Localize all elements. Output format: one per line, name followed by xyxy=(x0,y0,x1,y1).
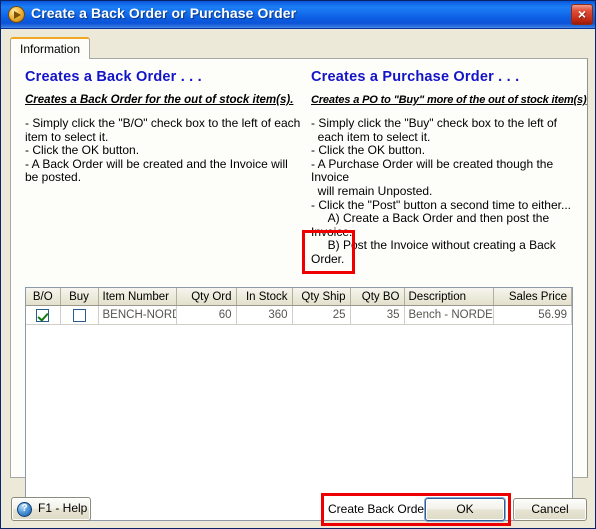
information-panel: Creates a Back Order . . . Creates a Bac… xyxy=(10,58,588,521)
help-button[interactable]: F1 - Help xyxy=(11,497,91,521)
cell-buy[interactable] xyxy=(60,305,99,325)
back-order-subheading: Creates a Back Order for the out of stoc… xyxy=(25,94,294,106)
ok-button-label: OK xyxy=(456,502,474,516)
tab-information-label: Information xyxy=(20,42,81,56)
purchase-order-info-column: Creates a Purchase Order . . . Creates a… xyxy=(311,69,587,267)
close-icon: × xyxy=(577,6,587,22)
col-header-item[interactable]: Item Number xyxy=(98,288,177,306)
cell-qty-ship[interactable]: 25 xyxy=(292,305,351,325)
col-header-qtybo[interactable]: Qty BO xyxy=(350,288,405,306)
col-header-buy[interactable]: Buy xyxy=(60,288,99,306)
back-order-body: - Simply click the "B/O" check box to th… xyxy=(25,116,301,185)
tab-strip: Information xyxy=(10,37,588,59)
orb-play-icon xyxy=(8,6,25,23)
table-header-row: B/O Buy Item Number Qty Ord In Stock Qty… xyxy=(26,288,572,306)
col-header-price[interactable]: Sales Price xyxy=(493,288,572,306)
help-button-label: F1 - Help xyxy=(38,501,88,515)
cell-sales-price[interactable]: 56.99 xyxy=(493,305,572,325)
purchase-order-heading: Creates a Purchase Order . . . xyxy=(311,69,520,85)
cancel-button[interactable]: Cancel xyxy=(513,498,587,521)
table-row[interactable]: BENCH-NORDE 60 360 25 35 Bench - NORDEN … xyxy=(26,305,572,325)
line-items-table: B/O Buy Item Number Qty Ord In Stock Qty… xyxy=(26,288,572,325)
help-icon xyxy=(17,502,32,517)
col-header-qtyship[interactable]: Qty Ship xyxy=(292,288,351,306)
col-header-instock[interactable]: In Stock xyxy=(236,288,293,306)
cell-bo[interactable] xyxy=(26,305,61,325)
dialog-window: Create a Back Order or Purchase Order × … xyxy=(0,0,596,529)
bo-checkbox[interactable] xyxy=(36,308,50,322)
back-order-heading: Creates a Back Order . . . xyxy=(25,69,202,85)
window-title: Create a Back Order or Purchase Order xyxy=(31,5,297,21)
cell-qty-ord[interactable]: 60 xyxy=(176,305,237,325)
ok-button[interactable]: OK xyxy=(425,498,505,521)
purchase-order-subheading: Creates a PO to "Buy" more of the out of… xyxy=(311,94,587,106)
purchase-order-body: - Simply click the "Buy" check box to th… xyxy=(311,116,571,266)
col-header-desc[interactable]: Description xyxy=(404,288,494,306)
cancel-button-label: Cancel xyxy=(531,502,569,516)
buy-checkbox[interactable] xyxy=(72,308,86,322)
cell-in-stock[interactable]: 360 xyxy=(236,305,293,325)
col-header-qtyord[interactable]: Qty Ord xyxy=(176,288,237,306)
tab-information[interactable]: Information xyxy=(10,37,91,59)
close-button[interactable]: × xyxy=(571,4,593,25)
cell-qty-bo[interactable]: 35 xyxy=(350,305,405,325)
create-back-order-label: Create Back Order xyxy=(328,502,429,516)
title-bar: Create a Back Order or Purchase Order × xyxy=(1,1,595,29)
back-order-info-column: Creates a Back Order . . . Creates a Bac… xyxy=(25,69,307,185)
line-items-grid[interactable]: B/O Buy Item Number Qty Ord In Stock Qty… xyxy=(25,287,573,521)
cell-description[interactable]: Bench - NORDEN 59" X 13.75" xyxy=(404,305,494,325)
cell-item-number[interactable]: BENCH-NORDE xyxy=(98,305,177,325)
col-header-bo[interactable]: B/O xyxy=(26,288,61,306)
